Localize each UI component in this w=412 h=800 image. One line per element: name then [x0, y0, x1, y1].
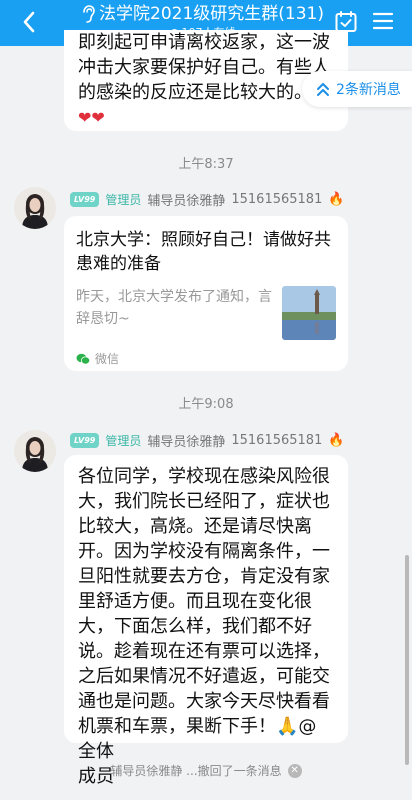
message-line: 开。因为学校没有隔离条件，一: [78, 541, 330, 562]
sender-name[interactable]: 辅导员徐雅静: [147, 431, 225, 450]
timestamp: 上午8:37: [178, 157, 234, 172]
message-line: 冲击大家要保护好自己。有些人: [78, 57, 330, 78]
flame-icon: 🔥: [328, 433, 345, 448]
back-button[interactable]: [16, 9, 42, 35]
timestamp: 上午9:08: [178, 397, 234, 412]
card-description: 昨天，北京大学发布了通知，言辞恳切~: [76, 289, 272, 327]
message-line: 大，下面怎么样，我们都不好: [78, 616, 312, 637]
admin-role: 管理员: [105, 193, 142, 207]
avatar[interactable]: [14, 430, 56, 472]
ear-icon: [81, 5, 95, 23]
wechat-icon: [76, 353, 90, 364]
sender-phone: 15161565181: [231, 433, 323, 448]
new-messages-button[interactable]: 2条新消息: [302, 71, 412, 107]
sender-info: LV99 管理员 辅导员徐雅静 15161565181 🔥: [70, 431, 345, 450]
message-line: 旦阳性就要去方仓，肯定没有家: [78, 566, 330, 587]
chat-title: 法学院2021级研究生群(131): [99, 4, 324, 24]
message-line: 即刻起可申请离校返家，这一波: [78, 32, 330, 53]
card-title: 北京大学：照顾好自己！请做好共患难的准备: [76, 230, 331, 274]
message-line: 各位同学，学校现在感染风险很: [78, 466, 330, 487]
message-line: 的感染的反应还是比较大的。: [78, 82, 312, 103]
person-avatar-icon: [14, 430, 56, 472]
chevron-left-icon: [23, 11, 35, 33]
card-source: 微信: [76, 350, 336, 367]
level-badge: LV99: [70, 433, 100, 448]
shared-article-card[interactable]: 北京大学：照顾好自己！请做好共患难的准备 昨天，北京大学发布了通知，言辞恳切~ …: [64, 216, 348, 371]
admin-role: 管理员: [105, 434, 142, 448]
message-line: 大，我们院长已经阳了，症状也: [78, 491, 330, 512]
heart-emoji: ❤❤: [78, 108, 105, 127]
message-line: 比较大，高烧。还是请尽快离: [78, 516, 312, 537]
message-line: 通也是问题。大家今天尽快看看: [78, 691, 330, 712]
message-line: 机票和车票，果断下手！🙏@全体: [78, 716, 317, 762]
person-avatar-icon: [14, 187, 56, 229]
level-badge: LV99: [70, 192, 100, 207]
avatar[interactable]: [14, 187, 56, 229]
new-messages-label: 2条新消息: [336, 82, 401, 98]
sender-name[interactable]: 辅导员徐雅静: [147, 190, 225, 209]
flame-icon: 🔥: [328, 192, 345, 207]
message-line: 之后如果情况不好遣返，可能交: [78, 666, 330, 687]
recall-notice: 辅导员徐雅静 ...撤回了一条消息 ✕: [0, 762, 412, 779]
double-chevron-up-icon: [317, 83, 329, 96]
message-bubble[interactable]: 各位同学，学校现在感染风险很 大，我们院长已经阳了，症状也 比较大，高烧。还是请…: [64, 455, 348, 787]
hamburger-menu-icon: [372, 12, 394, 30]
message-line: 里舒适方便。而且现在变化很: [78, 591, 312, 612]
lake-tower-image: [282, 286, 336, 340]
message-line: 说。趁着现在还有票可以选择，: [78, 641, 330, 662]
card-thumbnail: [282, 286, 336, 340]
close-icon[interactable]: ✕: [287, 763, 302, 778]
sender-phone: 15161565181: [231, 192, 323, 207]
menu-button[interactable]: [372, 11, 394, 35]
sender-info: LV99 管理员 辅导员徐雅静 15161565181 🔥: [70, 190, 345, 209]
scrollbar[interactable]: [405, 555, 409, 765]
